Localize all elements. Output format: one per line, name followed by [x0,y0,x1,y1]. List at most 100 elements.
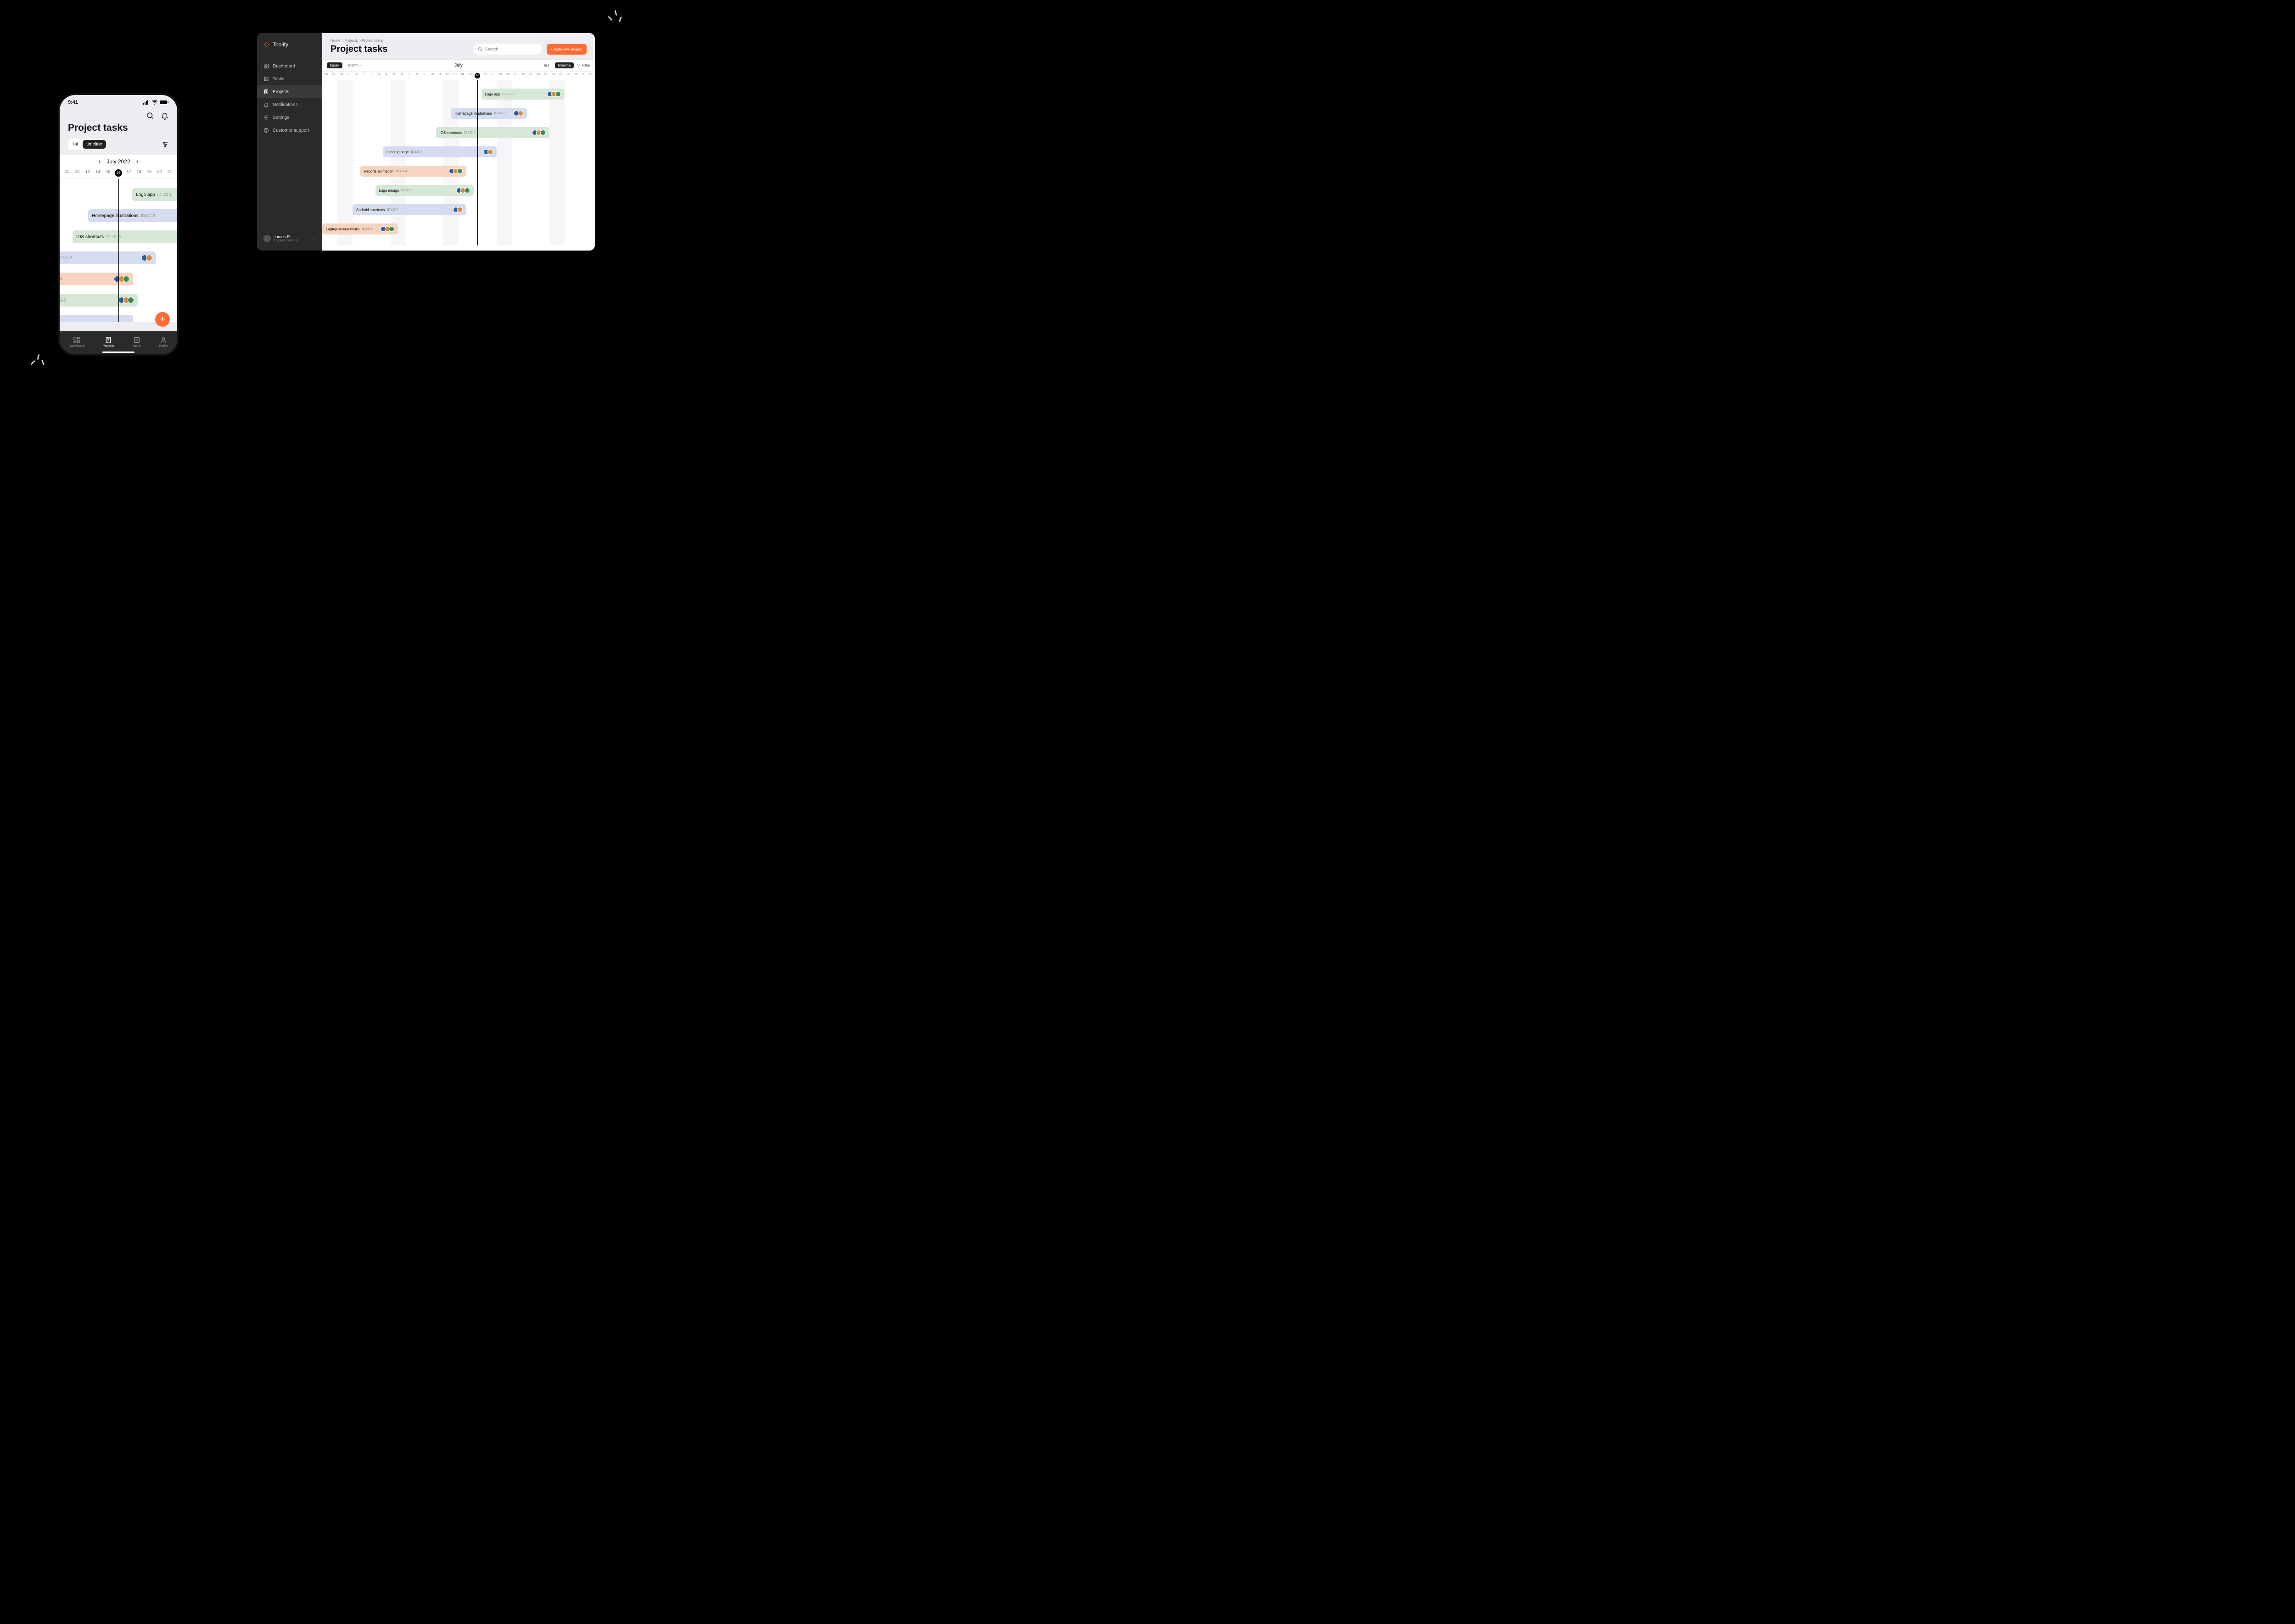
task-bar[interactable]: tsID LG-7 [60,315,133,322]
day-20[interactable]: 20 [504,72,512,80]
day-28[interactable]: 28 [337,72,345,80]
create-project-button[interactable]: Create new project [547,44,587,55]
task-bar[interactable]: Logo appID LG-1 [481,89,565,100]
day-13[interactable]: 13 [83,169,92,177]
task-bar[interactable]: Logo appID LG-1 [132,188,177,201]
day-29[interactable]: 29 [572,72,580,80]
day-27[interactable]: 27 [557,72,565,80]
tab-list[interactable]: list [69,140,82,149]
user-role: Product manager [274,239,298,242]
day-26[interactable]: 26 [549,72,557,80]
nav-notifications[interactable]: Notifications [257,98,322,111]
task-bar[interactable]: Homepage illustrationsID LG-3 [451,108,527,119]
status-icons [143,100,169,105]
day-19[interactable]: 19 [497,72,504,80]
day-11[interactable]: 11 [436,72,444,80]
task-bar[interactable]: designID LG-5 [60,294,138,307]
day-18[interactable]: 18 [134,169,144,177]
day-17[interactable]: 17 [481,72,489,80]
task-bar[interactable]: Android shortcutsID LG-7 [353,204,466,215]
day-12[interactable]: 12 [73,169,82,177]
filter-button[interactable]: Filter [577,63,590,67]
day-28[interactable]: 28 [565,72,572,80]
task-bar[interactable]: Landing pageID LG-2 [383,146,497,157]
day-11[interactable]: 11 [62,169,72,177]
day-5[interactable]: 5 [391,72,398,80]
task-bar[interactable]: Laptop screen blinksID LG-0 [322,223,398,234]
day-30[interactable]: 30 [580,72,588,80]
bell-icon[interactable] [161,112,169,120]
mobile-device: 9:41 Project tasks list timeline July 20… [60,95,177,354]
view-list[interactable]: list [541,62,552,68]
day-31[interactable]: 31 [588,72,595,80]
tabbar-profile[interactable]: Profile [159,336,168,348]
day-23[interactable]: 23 [527,72,535,80]
day-14[interactable]: 14 [459,72,466,80]
day-26[interactable]: 26 [322,72,330,80]
day-16[interactable]: 16 [114,169,123,177]
nav-settings[interactable]: Settings [257,111,322,124]
range-select[interactable]: month ⌄ [345,62,366,68]
timeline-body[interactable]: Logo appID LG-1 Homepage illustrationsID … [60,179,177,322]
day-1[interactable]: 1 [360,72,368,80]
day-16[interactable]: 16 [474,72,481,80]
day-4[interactable]: 4 [383,72,391,80]
task-bar[interactable]: Homepage illustrationsID LG-3 [88,209,177,222]
chevron-left-icon[interactable] [97,159,102,164]
day-10[interactable]: 10 [428,72,436,80]
day-20[interactable]: 20 [155,169,164,177]
timeline-body[interactable]: Logo appID LG-1 Homepage illustrationsID … [322,80,595,246]
view-timeline[interactable]: timeline [555,62,574,68]
today-button[interactable]: today [327,62,342,68]
task-bar[interactable]: ationID LG-4 [60,273,133,285]
bottom-tabbar: Dashboard Projects Tasks Profile [60,331,177,354]
task-bar[interactable]: Logo designID LG-5 [375,185,474,196]
day-18[interactable]: 18 [489,72,497,80]
add-button[interactable]: + [155,312,170,327]
nav-tasks[interactable]: Tasks [257,73,322,85]
day-9[interactable]: 9 [421,72,429,80]
task-bar[interactable]: pageID LG-2 [60,251,156,264]
day-17[interactable]: 17 [124,169,133,177]
day-13[interactable]: 13 [451,72,459,80]
chevron-right-icon[interactable] [135,159,140,164]
day-6[interactable]: 6 [398,72,406,80]
nav-dashboard[interactable]: Dashboard [257,60,322,73]
task-bar[interactable]: IOS shortcutsID LG-6 [73,230,177,243]
day-21[interactable]: 21 [512,72,520,80]
day-21[interactable]: 21 [165,169,174,177]
user-card[interactable]: James R Product manager ⌄ [257,229,322,251]
weekend-stripe [337,80,353,246]
day-3[interactable]: 3 [375,72,383,80]
day-27[interactable]: 27 [330,72,338,80]
tab-timeline[interactable]: timeline [83,140,106,149]
day-22[interactable]: 22 [519,72,527,80]
day-8[interactable]: 8 [413,72,421,80]
timeline: today month ⌄ July list timeline Filter … [322,59,595,251]
task-bar[interactable]: IOS shortcutsID LG-6 [436,127,550,138]
nav-customer-support[interactable]: Customer support [257,124,322,137]
day-12[interactable]: 12 [443,72,451,80]
nav-projects[interactable]: Projects [257,85,322,98]
task-bar[interactable]: Reports animationID LG-4 [360,166,466,177]
day-25[interactable]: 25 [542,72,550,80]
tabbar-dashboard[interactable]: Dashboard [69,336,84,348]
search-icon [478,47,482,51]
tabbar-tasks[interactable]: Tasks [133,336,141,348]
search-icon[interactable] [146,112,154,120]
filter-icon[interactable] [162,141,169,148]
day-19[interactable]: 19 [145,169,154,177]
day-2[interactable]: 2 [368,72,375,80]
tabbar-projects[interactable]: Projects [103,336,114,348]
day-29[interactable]: 29 [345,72,353,80]
day-30[interactable]: 30 [353,72,360,80]
status-bar: 9:41 [60,95,177,107]
day-14[interactable]: 14 [93,169,102,177]
day-24[interactable]: 24 [534,72,542,80]
search-input[interactable]: Search [473,44,542,55]
page-title: Project tasks [330,44,469,55]
day-15[interactable]: 15 [104,169,113,177]
day-15[interactable]: 15 [466,72,474,80]
chevron-down-icon: ⌄ [312,236,316,241]
day-7[interactable]: 7 [406,72,414,80]
